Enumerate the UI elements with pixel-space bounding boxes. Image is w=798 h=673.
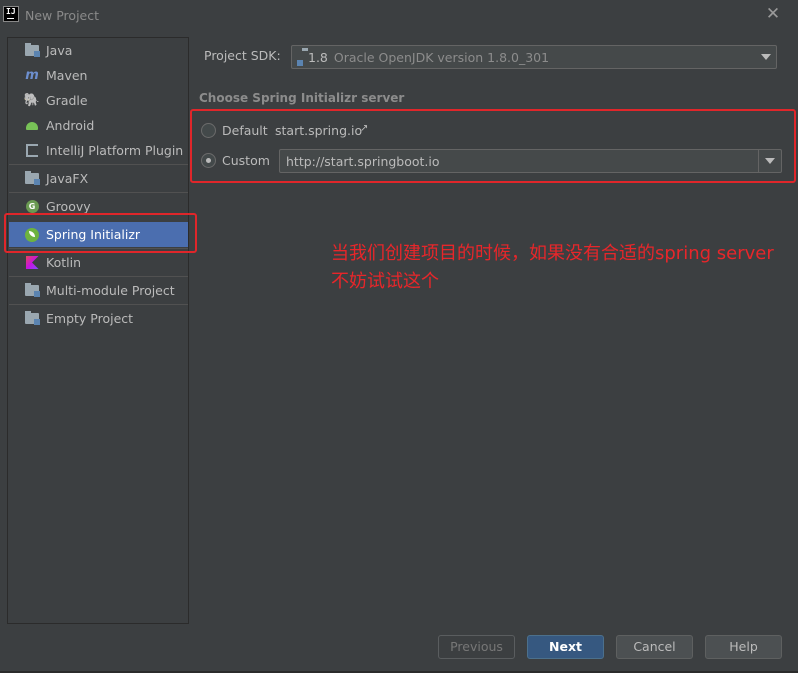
custom-radio-label[interactable]: Custom xyxy=(222,153,270,168)
sidebar-item-gradle[interactable]: 🐘 Gradle xyxy=(9,88,188,113)
sidebar-item-javafx[interactable]: JavaFX xyxy=(9,166,188,191)
title-bar: IJ New Project ✕ xyxy=(0,0,798,32)
sdk-name: Oracle OpenJDK version 1.8.0_301 xyxy=(333,49,550,65)
maven-icon: m xyxy=(25,68,39,83)
sidebar-item-label: Maven xyxy=(46,68,88,83)
annotation-text: 当我们创建项目的时候，如果没有合适的spring server 不妨试试这个 xyxy=(331,243,774,292)
folder-icon xyxy=(24,283,40,299)
external-link-icon[interactable]: ↗ xyxy=(360,123,368,134)
gradle-icon: 🐘 xyxy=(23,93,41,108)
default-radio-label[interactable]: Default xyxy=(222,123,268,138)
previous-button[interactable]: Previous xyxy=(438,635,515,659)
chevron-down-icon xyxy=(761,54,771,60)
sdk-version: 1.8 xyxy=(308,49,328,65)
sidebar-item-label: Java xyxy=(46,43,73,58)
sidebar-item-kotlin[interactable]: Kotlin xyxy=(9,250,188,275)
sidebar-item-label: Empty Project xyxy=(46,311,134,326)
sidebar-item-intellij-platform-plugin[interactable]: IntelliJ Platform Plugin xyxy=(9,138,188,163)
sidebar-item-maven[interactable]: m Maven xyxy=(9,63,188,88)
sidebar-item-label: Multi-module Project xyxy=(46,283,175,298)
intellij-plugin-icon xyxy=(24,143,40,159)
custom-server-combobox[interactable] xyxy=(279,149,782,173)
android-icon xyxy=(24,118,40,134)
divider xyxy=(9,164,188,165)
window-title: New Project xyxy=(25,8,100,23)
help-button[interactable]: Help xyxy=(705,635,782,659)
cancel-button[interactable]: Cancel xyxy=(616,635,693,659)
divider xyxy=(9,304,188,305)
intellij-logo-icon: IJ xyxy=(3,6,19,22)
project-sdk-dropdown[interactable]: 1.8 Oracle OpenJDK version 1.8.0_301 xyxy=(291,45,777,69)
custom-server-input[interactable] xyxy=(280,150,758,172)
sidebar-item-java[interactable]: Java xyxy=(9,38,188,63)
divider xyxy=(9,192,188,193)
folder-icon xyxy=(24,171,40,187)
next-button[interactable]: Next xyxy=(527,635,604,659)
sidebar-item-empty-project[interactable]: Empty Project xyxy=(9,306,188,331)
sidebar-item-label: Gradle xyxy=(46,93,88,108)
project-type-list: Java m Maven 🐘 Gradle Android IntelliJ P… xyxy=(7,37,189,624)
section-title: Choose Spring Initializr server xyxy=(199,91,405,105)
chevron-down-icon xyxy=(765,158,775,164)
sidebar-item-label: IntelliJ Platform Plugin xyxy=(46,143,184,158)
custom-server-dropdown-button[interactable] xyxy=(758,150,781,172)
divider xyxy=(9,276,188,277)
default-server-link[interactable]: start.spring.io xyxy=(275,123,362,138)
project-sdk-label: Project SDK: xyxy=(204,48,281,63)
folder-icon xyxy=(24,311,40,327)
kotlin-icon xyxy=(24,255,40,271)
sidebar-item-label: Kotlin xyxy=(46,255,81,270)
sidebar-item-label: JavaFX xyxy=(46,171,89,186)
sidebar-item-label: Android xyxy=(46,118,95,133)
sidebar-item-android[interactable]: Android xyxy=(9,113,188,138)
sidebar-item-label: Groovy xyxy=(46,199,91,214)
folder-icon xyxy=(24,43,40,59)
highlight-box-sidebar xyxy=(4,213,197,253)
custom-radio[interactable] xyxy=(201,153,216,168)
default-radio[interactable] xyxy=(201,123,216,138)
sidebar-item-multi-module-project[interactable]: Multi-module Project xyxy=(9,278,188,303)
close-icon[interactable]: ✕ xyxy=(763,4,783,24)
